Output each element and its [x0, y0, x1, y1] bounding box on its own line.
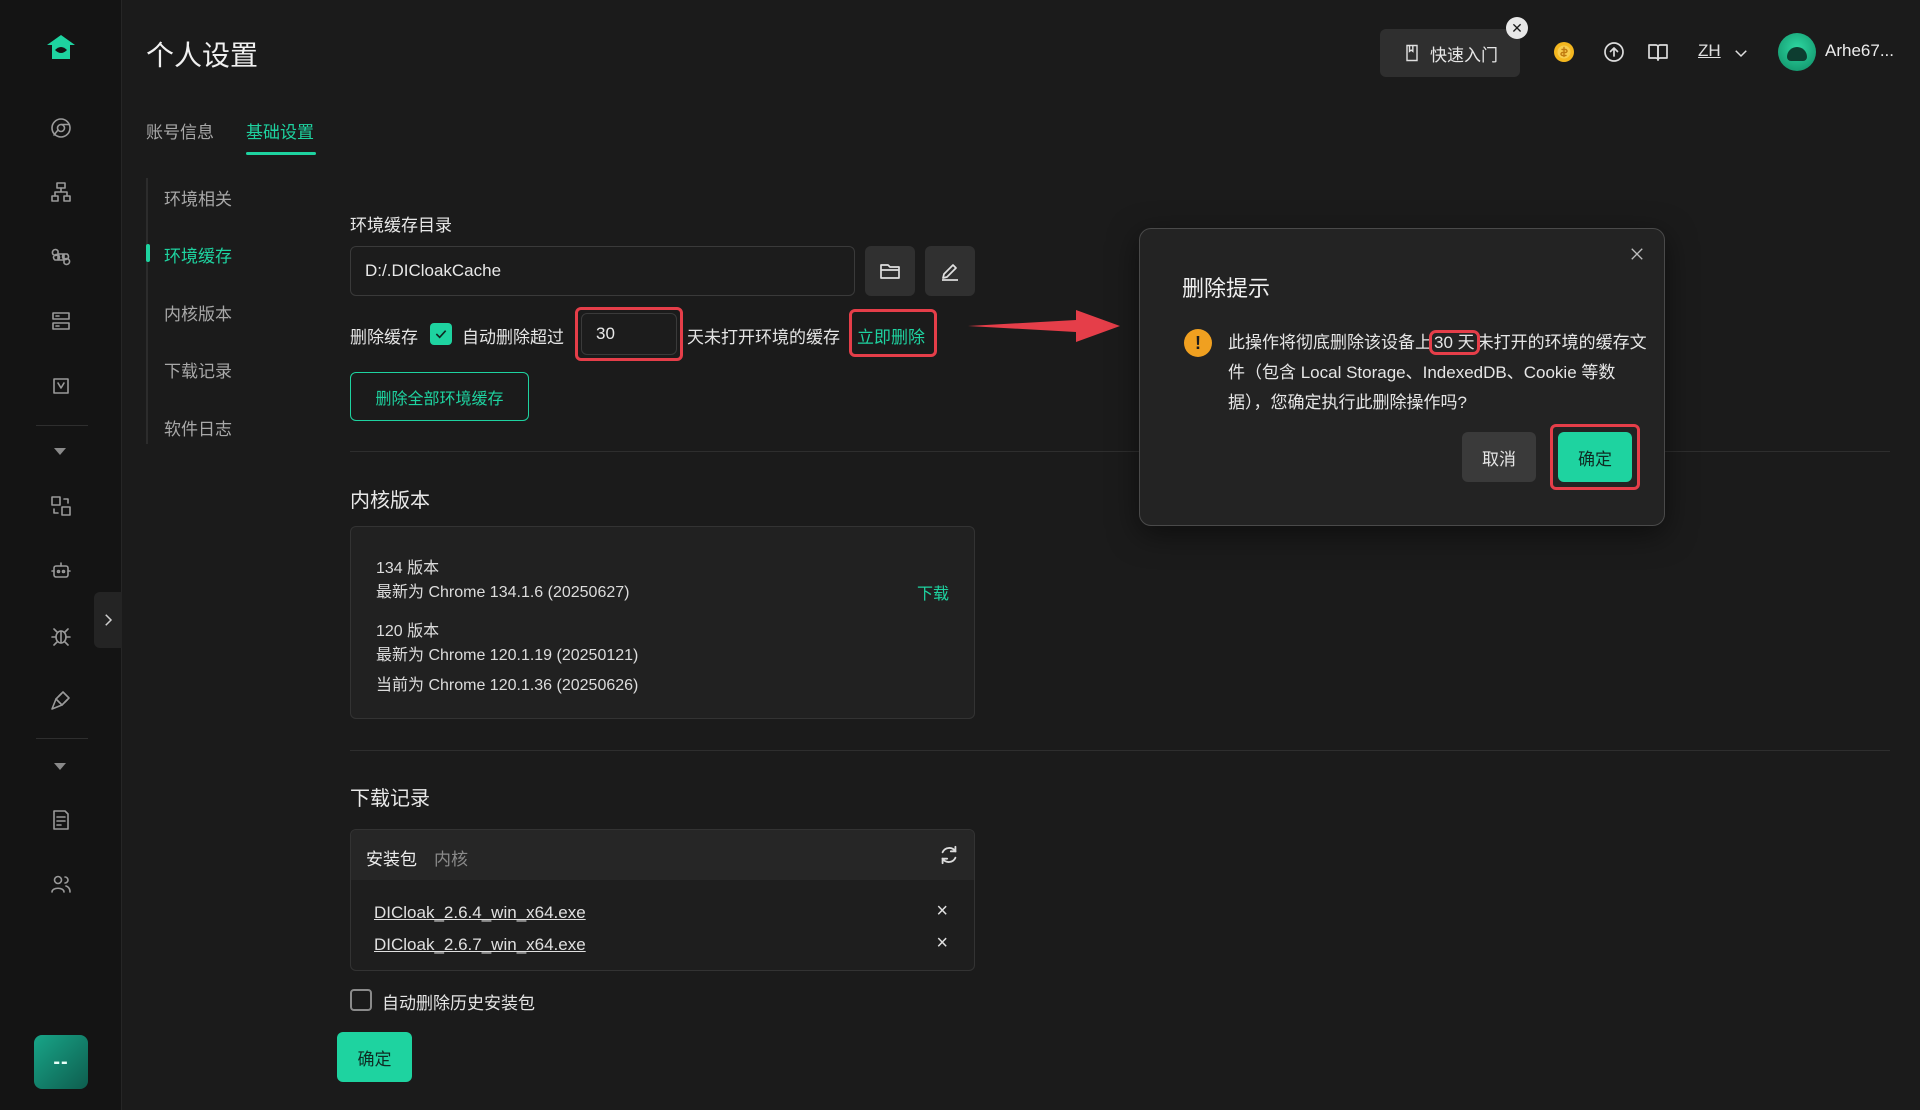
server-list-icon[interactable] [47, 307, 75, 335]
kernel-current: 当前为 Chrome 120.1.36 (20250626) [376, 677, 639, 694]
dialog-ok-highlight [1550, 424, 1640, 490]
subnav-item-kernel[interactable]: 内核版本 [164, 300, 232, 325]
chevron-down-icon[interactable] [1732, 44, 1750, 62]
auto-delete-installers-checkbox[interactable] [350, 989, 372, 1011]
dicloak-logo-icon[interactable] [44, 32, 78, 66]
docs-book-icon[interactable] [1644, 38, 1672, 66]
active-tab-underline [246, 152, 316, 155]
quick-start-button[interactable]: 快速入门 [1380, 29, 1520, 77]
browse-folder-button[interactable] [865, 246, 915, 296]
refresh-icon[interactable] [938, 844, 960, 866]
coin-rewards-icon[interactable] [1550, 38, 1578, 66]
warning-icon: ! [1184, 329, 1212, 357]
extension-box-icon[interactable] [47, 372, 75, 400]
download-file-link[interactable]: DICloak_2.6.4_win_x64.exe [374, 903, 586, 923]
collapse-caret-icon-2[interactable] [54, 763, 66, 770]
avatar[interactable] [1778, 33, 1816, 71]
tab-basic-settings[interactable]: 基础设置 [246, 118, 314, 143]
kernel-version: 134 版本 [376, 560, 440, 577]
language-selector[interactable]: ZH [1698, 41, 1721, 61]
delete-all-cache-button[interactable]: 删除全部环境缓存 [350, 372, 529, 421]
auto-delete-label: 自动删除超过 [462, 328, 564, 347]
subnav-item-environment[interactable]: 环境相关 [164, 185, 232, 210]
dialog-message-before: 此操作将彻底删除该设备上 [1228, 333, 1432, 352]
sync-icon[interactable] [47, 492, 75, 520]
user-name[interactable]: Arhe67... [1825, 41, 1894, 61]
kernel-download-link[interactable]: 下载 [917, 580, 949, 604]
log-document-icon[interactable] [47, 806, 75, 834]
folder-icon [880, 264, 900, 279]
kernel-list: 134 版本 最新为 Chrome 134.1.6 (20250627) 下载 … [350, 526, 975, 719]
expand-rail-button[interactable] [94, 592, 122, 648]
download-file-link[interactable]: DICloak_2.6.7_win_x64.exe [374, 935, 586, 955]
downloads-section-title: 下载记录 [350, 788, 430, 810]
dialog-message: 此操作将彻底删除该设备上 30 天未打开的环境的缓存文件（包含 Local Sto… [1228, 328, 1648, 418]
dialog-title: 删除提示 [1182, 276, 1271, 301]
subnav-item-downloads[interactable]: 下载记录 [164, 357, 232, 382]
left-rail: -- [0, 0, 122, 1110]
save-confirm-button[interactable]: 确定 [337, 1032, 412, 1082]
tab-installers[interactable]: 安装包 [366, 845, 417, 870]
download-tabs: 安装包 内核 [351, 830, 974, 880]
tab-account-info[interactable]: 账号信息 [146, 118, 214, 143]
kernel-section-title: 内核版本 [350, 490, 430, 512]
robot-icon[interactable] [47, 557, 75, 585]
pencil-icon [942, 264, 958, 281]
delete-confirm-dialog: 删除提示 ! 此操作将彻底删除该设备上 30 天未打开的环境的缓存文件（包含 Lo… [1139, 228, 1665, 526]
upload-circle-icon[interactable] [1600, 38, 1628, 66]
environment-tree-icon[interactable] [47, 178, 75, 206]
dialog-cancel-button[interactable]: 取消 [1462, 432, 1536, 482]
auto-delete-checkbox[interactable] [430, 323, 452, 345]
kernel-version: 120 版本 [376, 623, 440, 640]
chevron-right-icon [105, 614, 113, 626]
dialog-days-highlight: 30 天 [1429, 330, 1480, 355]
check-icon [435, 330, 447, 339]
kernel-latest: 最新为 Chrome 120.1.19 (20250121) [376, 647, 639, 664]
auto-delete-installers-label: 自动删除历史安装包 [382, 994, 535, 1013]
remove-file-icon[interactable]: × [936, 900, 948, 923]
team-members-icon[interactable] [47, 870, 75, 898]
cache-dir-label: 环境缓存目录 [350, 216, 452, 235]
bug-icon[interactable] [47, 622, 75, 650]
active-subnav-marker [146, 244, 150, 262]
close-quick-start-button[interactable]: ✕ [1506, 17, 1528, 39]
close-icon[interactable] [1628, 245, 1646, 263]
edit-path-button[interactable] [925, 246, 975, 296]
annotation-arrow-icon [968, 310, 1120, 342]
tab-kernels[interactable]: 内核 [434, 845, 468, 870]
days-suffix-label: 天未打开环境的缓存 [687, 328, 840, 347]
page-title: 个人设置 [146, 40, 259, 71]
quick-start-label: 快速入门 [1430, 45, 1498, 65]
command-icon[interactable] [47, 243, 75, 271]
delete-cache-label: 删除缓存 [350, 328, 418, 347]
remove-file-icon[interactable]: × [936, 932, 948, 955]
subnav-item-cache[interactable]: 环境缓存 [164, 242, 232, 267]
section-divider [350, 750, 1890, 751]
subnav-item-logs[interactable]: 软件日志 [164, 415, 232, 440]
kernel-latest: 最新为 Chrome 134.1.6 (20250627) [376, 584, 630, 601]
plugin-icon[interactable] [47, 686, 75, 714]
delete-now-highlight [849, 309, 937, 357]
settings-subnav: 环境相关 环境缓存 内核版本 下载记录 软件日志 [146, 178, 296, 444]
cache-dir-input[interactable]: D:/.DICloakCache [350, 246, 855, 296]
workspace-button[interactable]: -- [34, 1035, 88, 1089]
collapse-caret-icon[interactable] [54, 448, 66, 455]
days-input-highlight [575, 307, 683, 361]
download-records: 安装包 内核 DICloak_2.6.4_win_x64.exe × DIClo… [350, 829, 975, 971]
book-mark-icon [1406, 44, 1418, 62]
browser-icon[interactable] [47, 114, 75, 142]
